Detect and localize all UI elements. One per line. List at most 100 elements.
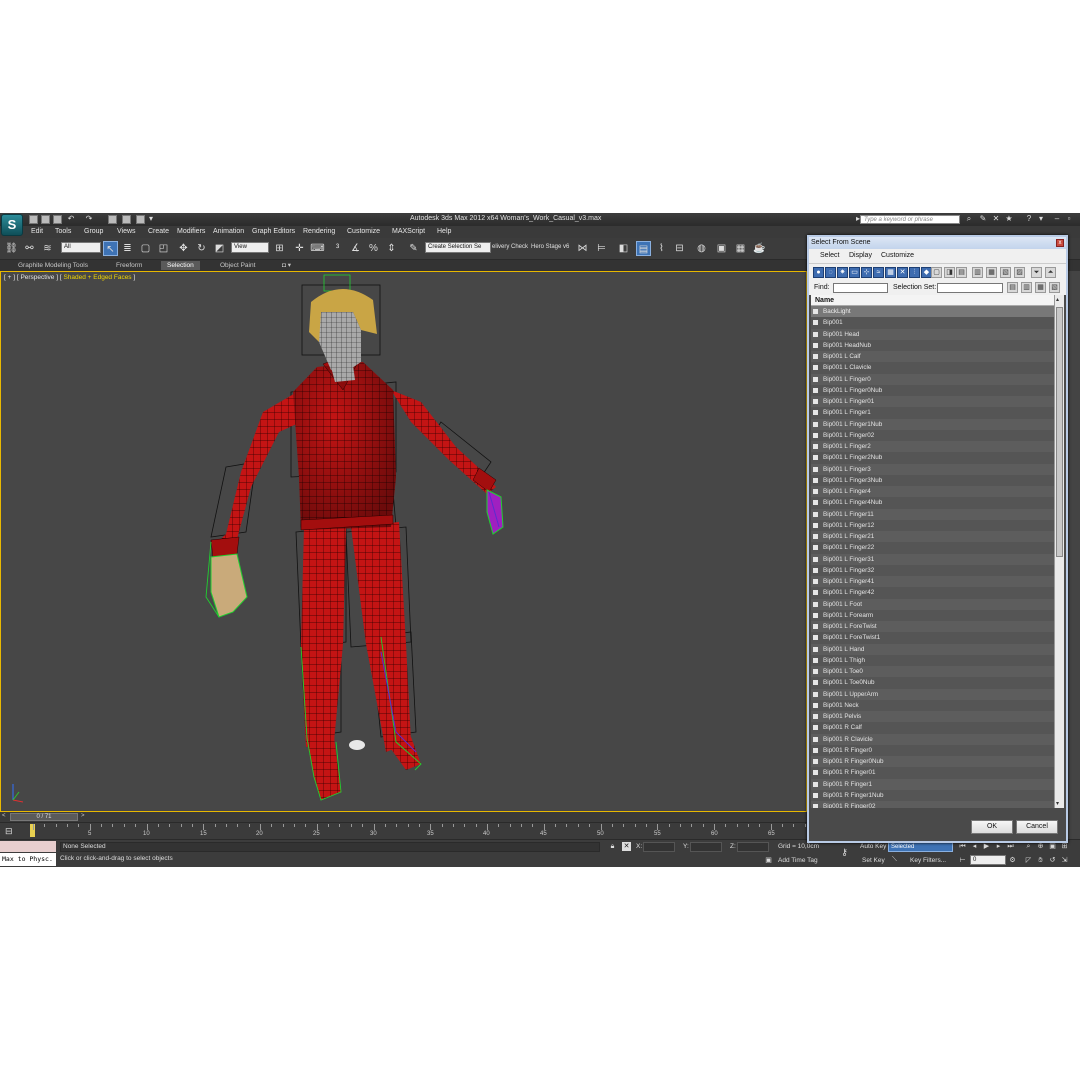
list-item[interactable]: BackLight <box>811 306 1054 318</box>
key-filters-button[interactable]: Key Filters... <box>910 857 946 864</box>
fetch-icon[interactable] <box>122 215 131 224</box>
set-key-button[interactable]: Set Key <box>862 857 885 864</box>
cancel-button[interactable]: Cancel <box>1016 820 1058 834</box>
select-rotate-icon[interactable]: ↻ <box>194 241 209 256</box>
next-frame-icon[interactable]: ▸ <box>994 842 1003 851</box>
remove-from-set-icon[interactable]: ▦ <box>1035 282 1046 293</box>
menu-customize[interactable]: Customize <box>347 228 380 235</box>
scroll-up-icon[interactable]: ▴ <box>1056 296 1059 303</box>
help-icon[interactable]: ? <box>1024 214 1034 224</box>
maximize-viewport-icon[interactable]: ⇲ <box>1060 856 1069 865</box>
menu-graph-editors[interactable]: Graph Editors <box>252 228 295 235</box>
display-groups-icon[interactable]: ▦ <box>885 267 896 278</box>
track-bar[interactable]: ⊟ 5 10 15 20 25 30 35 40 45 50 55 60 65 <box>0 822 807 839</box>
help-dropdown-icon[interactable]: ▾ <box>1036 214 1046 224</box>
select-all-icon[interactable]: ▤ <box>956 267 967 278</box>
dialog-menu-customize[interactable]: Customize <box>881 252 914 259</box>
bind-space-warp-icon[interactable]: ≋ <box>40 241 55 256</box>
tab-freeform[interactable]: Freeform <box>110 261 148 270</box>
select-move-icon[interactable]: ✥ <box>176 241 191 256</box>
list-item[interactable]: Bip001 <box>811 317 1054 329</box>
tab-graphite-modeling-tools[interactable]: Graphite Modeling Tools <box>12 261 94 270</box>
pivot-center-icon[interactable]: ⊞ <box>272 241 287 256</box>
search-input[interactable]: Type a keyword or phrase <box>860 215 960 224</box>
zoom-extents-icon[interactable]: ▣ <box>1048 842 1057 851</box>
maximize-icon[interactable]: ▫ <box>1064 214 1074 224</box>
zoom-extents-all-icon[interactable]: ⊞ <box>1060 842 1069 851</box>
menu-tools[interactable]: Tools <box>55 228 71 235</box>
perspective-viewport[interactable]: [ + ] [ Perspective ] [ Shaded + Edged F… <box>0 271 807 812</box>
name-column-header[interactable]: Name <box>811 295 1054 306</box>
save-icon[interactable] <box>53 215 62 224</box>
reference-coordinate-select[interactable]: View <box>231 242 269 253</box>
menu-group[interactable]: Group <box>84 228 103 235</box>
display-lights-icon[interactable]: ✷ <box>837 267 848 278</box>
list-item[interactable]: Bip001 L Finger02 <box>811 429 1054 441</box>
select-by-name-icon[interactable]: ≣ <box>120 241 135 256</box>
named-selection-set-select[interactable]: Create Selection Se <box>425 242 491 253</box>
hero-stage-label[interactable]: Hero Stage v6 <box>531 244 569 250</box>
menu-maxscript[interactable]: MAXScript <box>392 228 425 235</box>
menu-rendering[interactable]: Rendering <box>303 228 335 235</box>
link-icon[interactable]: ⛓ <box>4 241 19 256</box>
list-item[interactable]: Bip001 R Finger01 <box>811 767 1054 779</box>
list-item[interactable]: Bip001 L Toe0 <box>811 666 1054 678</box>
select-set-icon[interactable]: ▧ <box>1049 282 1060 293</box>
display-cameras-icon[interactable]: ▭ <box>849 267 860 278</box>
pan-icon[interactable]: ✋︎ <box>1036 856 1045 865</box>
hold-icon[interactable] <box>108 215 117 224</box>
list-item[interactable]: Bip001 R Clavicle <box>811 733 1054 745</box>
time-tag-icon[interactable]: ▣ <box>764 856 773 865</box>
list-item[interactable]: Bip001 L Toe0Nub <box>811 677 1054 689</box>
new-icon[interactable] <box>29 215 38 224</box>
time-slider-prev-icon[interactable]: < <box>2 813 6 819</box>
filter-icon[interactable]: ⏷ <box>1031 267 1042 278</box>
delivery-check-label[interactable]: elivery Check <box>492 244 528 250</box>
quick-access-dropdown-icon[interactable]: ▾ <box>146 214 156 224</box>
dialog-menu-select[interactable]: Select <box>820 252 839 259</box>
list-item[interactable]: Bip001 L Hand <box>811 643 1054 655</box>
close-icon[interactable]: x <box>1056 239 1064 247</box>
list-item[interactable]: Bip001 L Finger0Nub <box>811 384 1054 396</box>
mini-curve-editor-icon[interactable]: ⊟ <box>5 825 17 837</box>
display-geometry-icon[interactable]: ● <box>813 267 824 278</box>
layer-manager-icon[interactable]: ◧ <box>616 241 631 256</box>
unlink-icon[interactable]: ⚯ <box>22 241 37 256</box>
dialog-menu-display[interactable]: Display <box>849 252 872 259</box>
mirror-icon[interactable]: ⋈ <box>575 241 590 256</box>
keyboard-shortcut-icon[interactable]: ⌨ <box>310 241 325 256</box>
play-icon[interactable]: ▶ <box>982 842 991 851</box>
select-scale-icon[interactable]: ◩ <box>212 241 227 256</box>
select-none-icon[interactable]: ▥ <box>972 267 983 278</box>
ribbon-minimize-icon[interactable]: ◘ ▾ <box>276 261 297 270</box>
tab-object-paint[interactable]: Object Paint <box>214 261 261 270</box>
list-item[interactable]: Bip001 L Finger4 <box>811 486 1054 498</box>
create-set-icon[interactable]: ▤ <box>1007 282 1018 293</box>
align-icon[interactable]: ⊨ <box>594 241 609 256</box>
list-item[interactable]: Bip001 L Finger4Nub <box>811 497 1054 509</box>
add-to-set-icon[interactable]: ▥ <box>1021 282 1032 293</box>
list-item[interactable]: Bip001 L Finger41 <box>811 576 1054 588</box>
list-item[interactable]: Bip001 L Thigh <box>811 654 1054 666</box>
selection-set-select[interactable] <box>937 283 1003 293</box>
select-dependents-icon[interactable]: ▨ <box>1014 267 1025 278</box>
x-coordinate-field[interactable] <box>643 842 675 852</box>
add-time-tag-button[interactable]: Add Time Tag <box>778 857 818 864</box>
project-folder-icon[interactable] <box>136 215 145 224</box>
list-item[interactable]: Bip001 R Finger1 <box>811 778 1054 790</box>
list-item[interactable]: Bip001 L ForeTwist <box>811 621 1054 633</box>
select-object-icon[interactable]: ↖ <box>103 241 118 256</box>
list-item[interactable]: Bip001 L Finger2Nub <box>811 452 1054 464</box>
menu-views[interactable]: Views <box>117 228 136 235</box>
menu-modifiers[interactable]: Modifiers <box>177 228 205 235</box>
list-item[interactable]: Bip001 L Forearm <box>811 609 1054 621</box>
key-mode-toggle-icon[interactable]: ⊢ <box>958 856 967 865</box>
list-item[interactable]: Bip001 L Finger1 <box>811 407 1054 419</box>
render-teapot-icon[interactable]: ☕ <box>752 241 767 256</box>
list-item[interactable]: Bip001 L Finger1Nub <box>811 418 1054 430</box>
select-manipulate-icon[interactable]: ✛ <box>292 241 307 256</box>
z-coordinate-field[interactable] <box>737 842 769 852</box>
list-item[interactable]: Bip001 L Finger0 <box>811 373 1054 385</box>
current-frame-field[interactable]: 0 <box>970 855 1006 865</box>
rectangular-selection-icon[interactable]: ▢ <box>138 241 153 256</box>
